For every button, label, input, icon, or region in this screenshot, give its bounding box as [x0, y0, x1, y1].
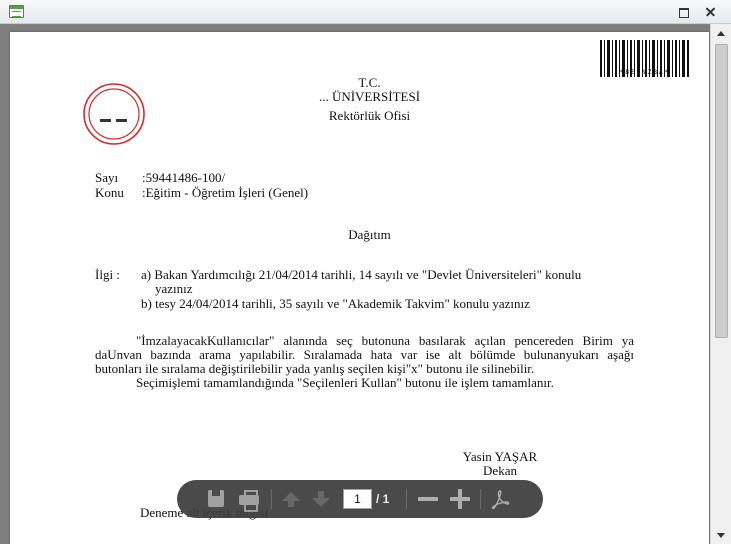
body-line: "İmzalayacakKullanıcılar" alanında seç b…: [136, 333, 634, 348]
sayi-value: :59441486-100/: [142, 170, 226, 185]
toolbar-divider: [271, 489, 272, 509]
save-icon[interactable]: [205, 488, 227, 510]
toolbar-divider: [480, 489, 481, 509]
zoom-in-icon[interactable]: [449, 488, 471, 510]
body-line: butonları ile sıralama değiştirilebilir …: [95, 361, 535, 376]
konu-value: :Eğitim - Öğretim İşleri (Genel): [142, 185, 309, 200]
page-down-icon[interactable]: [310, 488, 332, 510]
maximize-icon[interactable]: [674, 3, 692, 20]
page-number-input[interactable]: 1: [343, 489, 372, 509]
scrollbar-thumb[interactable]: [715, 44, 728, 338]
document-page: *BEONZBA* T.C. ... ÜNİVERSİTESİ Rektörlü…: [10, 32, 709, 544]
scroll-up-icon[interactable]: [714, 28, 729, 40]
close-icon[interactable]: [702, 3, 720, 20]
body-line: Seçimişlemi tamamlandığında "Seçilenleri…: [136, 375, 554, 390]
document-viewer-icon: [9, 5, 24, 18]
pdf-toolbar: 1 / 1: [177, 480, 543, 518]
page-total: / 1: [376, 492, 390, 506]
sayi-label: Sayı: [95, 170, 119, 185]
header-office: Rektörlük Ofisi: [328, 108, 411, 123]
signature-title: Dekan: [483, 463, 517, 478]
ilgi-item-b: b) tesy 24/04/2014 tarihli, 35 sayılı ve…: [141, 296, 530, 311]
toolbar-divider: [406, 489, 407, 509]
body-paragraph: "İmzalayacakKullanıcılar" alanında seç b…: [95, 334, 634, 390]
print-icon[interactable]: [238, 488, 260, 512]
distribution-heading: Dağıtım: [348, 227, 391, 242]
body-line: daUnvan bazında arama yapılabilir. Sıral…: [95, 347, 634, 362]
header-university: ... ÜNİVERSİTESİ: [318, 89, 421, 104]
window-titlebar: [0, 0, 731, 24]
ilgi-label: İlgi :: [95, 267, 120, 282]
scroll-down-icon[interactable]: [714, 530, 729, 542]
zoom-out-icon[interactable]: [417, 488, 439, 510]
konu-label: Konu: [95, 185, 124, 200]
ilgi-item-a-continued: yazınız: [155, 281, 193, 296]
signature-name: Yasin YAŞAR: [462, 449, 538, 464]
ilgi-item-a: a) Bakan Yardımcılığı 21/04/2014 tarihli…: [141, 267, 582, 282]
pdf-viewer: *BEONZBA* T.C. ... ÜNİVERSİTESİ Rektörlü…: [0, 24, 731, 544]
acrobat-icon[interactable]: [489, 488, 511, 510]
vertical-scrollbar[interactable]: [710, 24, 731, 544]
page-up-icon[interactable]: [280, 488, 302, 510]
header-tc: T.C.: [358, 75, 381, 90]
